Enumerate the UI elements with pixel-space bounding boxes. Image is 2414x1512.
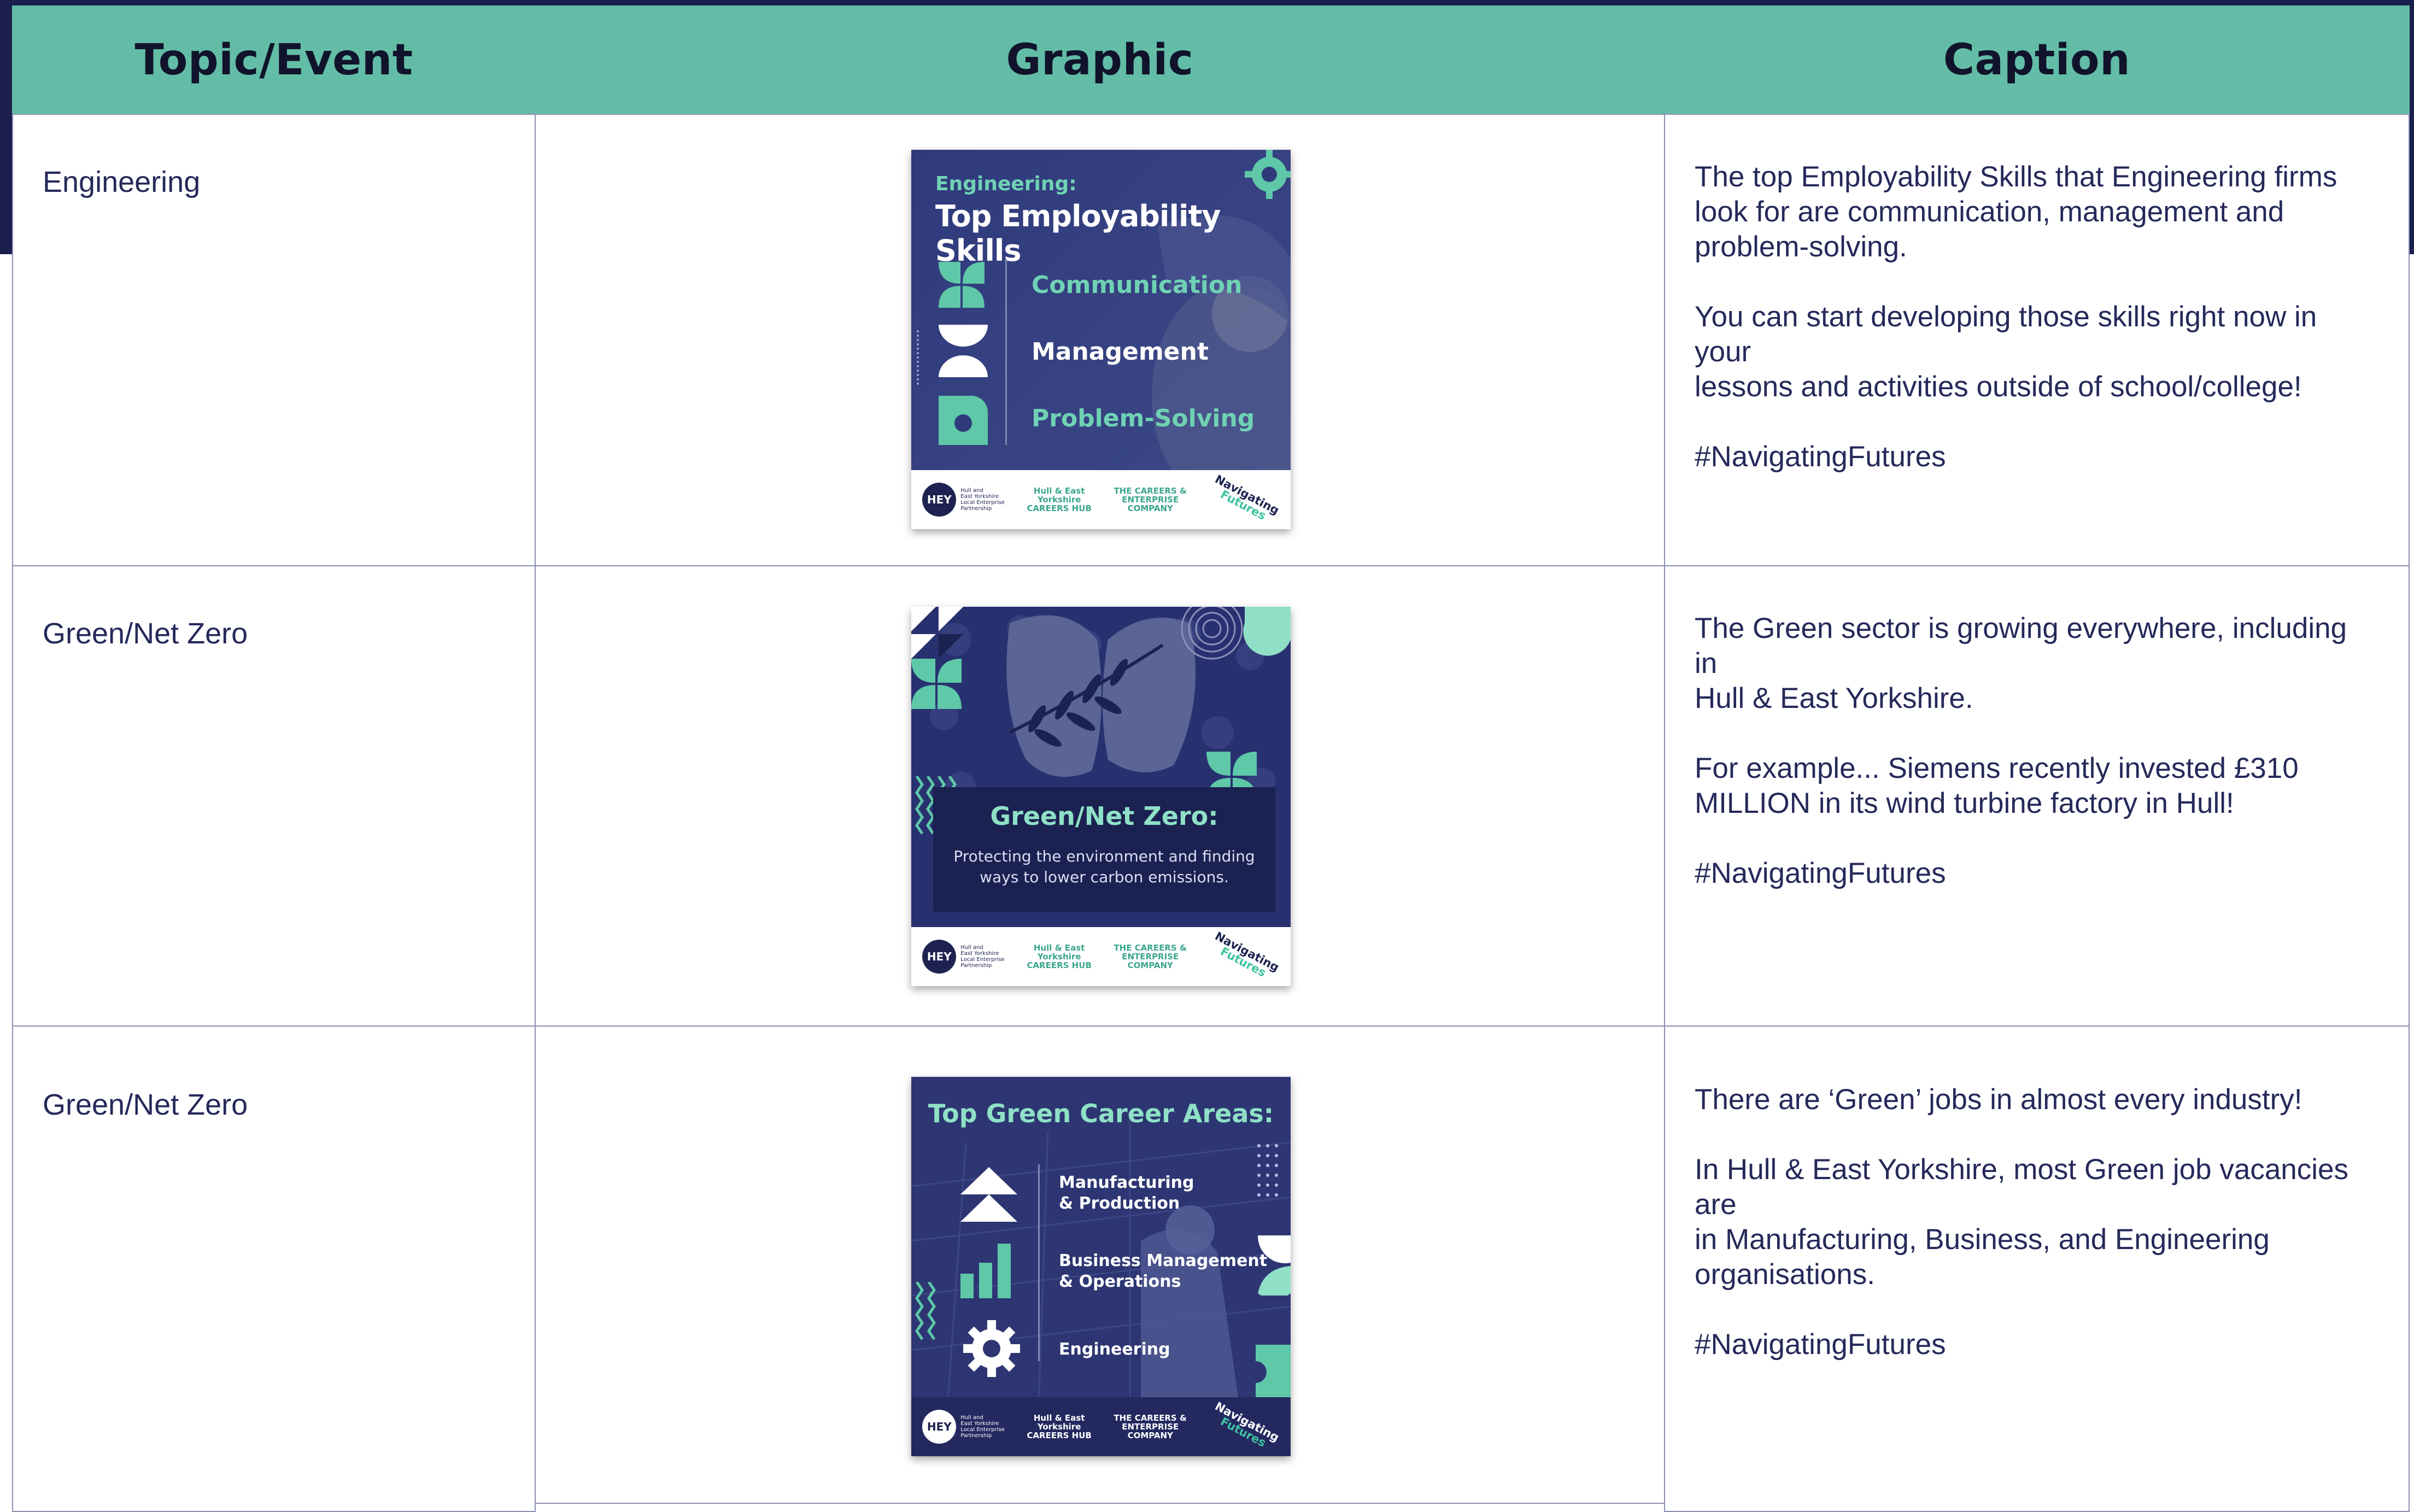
header-graphic: Graphic <box>535 5 1665 115</box>
logo-footer: HEY Hull and East Yorkshire Local Enterp… <box>911 1397 1291 1456</box>
green-career-areas-graphic: Top Green Career Areas: Manufacturing & … <box>911 1077 1291 1456</box>
hey-lep-logo: HEY Hull and East Yorkshire Local Enterp… <box>922 1410 1005 1444</box>
careers-hub-logo: Hull & East Yorkshire CAREERS HUB <box>1027 943 1092 970</box>
hey-logo: HEY <box>922 940 957 974</box>
flower-icon <box>939 262 985 308</box>
lep-text: Hull and East Yorkshire Local Enterprise… <box>960 488 1005 512</box>
engineering-title: Top Employability Skills <box>935 199 1221 268</box>
row2-caption-p2: For example... Siemens recently invested… <box>1695 752 2299 819</box>
left-navy-band <box>0 0 12 254</box>
zigzag-icon <box>915 1282 936 1340</box>
gear-icon <box>963 1320 1020 1377</box>
navigating-futures-logo: Navigating Futures <box>1208 1399 1281 1453</box>
area-business: Business Management & Operations <box>1059 1251 1268 1291</box>
row3-caption-hashtag: #NavigatingFutures <box>1695 1328 1946 1361</box>
row2-topic-text: Green/Net Zero <box>43 617 248 650</box>
leaf-shape-icon <box>939 396 988 445</box>
careers-hub-logo: Hull & East Yorkshire CAREERS HUB <box>1027 1413 1092 1440</box>
careers-hub-logo: Hull & East Yorkshire CAREERS HUB <box>1027 486 1092 513</box>
area-engineering: Engineering <box>1059 1340 1170 1359</box>
skill-communication: Communication <box>1032 271 1243 299</box>
cec-logo: THE CAREERS & ENTERPRISE COMPANY <box>1114 486 1187 513</box>
cec-logo: THE CAREERS & ENTERPRISE COMPANY <box>1114 943 1187 970</box>
skill-management: Management <box>1032 338 1209 366</box>
header-topic-label: Topic/Event <box>134 36 413 85</box>
row3-topic: Green/Net Zero <box>12 1025 536 1512</box>
dot-grid-icon <box>1257 1144 1278 1197</box>
green-net-zero-graphic: Green/Net Zero: Protecting the environme… <box>911 607 1291 986</box>
gear-icon <box>1245 150 1291 199</box>
double-arrow-up-icon <box>960 1167 1017 1222</box>
row1-topic-text: Engineering <box>43 166 201 198</box>
navigating-futures-logo: Navigating Futures <box>1208 929 1281 983</box>
row1-caption-hashtag: #NavigatingFutures <box>1695 441 1946 473</box>
header-caption-label: Caption <box>1943 36 2131 85</box>
header-caption: Caption <box>1664 5 2410 115</box>
header-topic: Topic/Event <box>12 5 536 115</box>
hey-logo: HEY <box>922 483 957 517</box>
logo-footer: HEY Hull and East Yorkshire Local Enterp… <box>911 927 1291 986</box>
row2-topic: Green/Net Zero <box>12 565 536 1027</box>
career-areas-title: Top Green Career Areas: <box>928 1099 1274 1128</box>
half-circles-icon <box>939 325 988 377</box>
row3-caption: There are ‘Green’ jobs in almost every i… <box>1664 1025 2410 1512</box>
row2-caption-p1: The Green sector is growing everywhere, … <box>1695 612 2347 714</box>
divider-line <box>1005 259 1007 445</box>
dotted-line <box>917 330 922 385</box>
right-navy-band <box>2410 0 2414 254</box>
row3-caption-p1: There are ‘Green’ jobs in almost every i… <box>1695 1083 2302 1116</box>
lep-text: Hull and East Yorkshire Local Enterprise… <box>960 1415 1005 1439</box>
row3-topic-text: Green/Net Zero <box>43 1088 248 1121</box>
bar-chart-icon <box>960 1244 1011 1298</box>
flower-icon-left <box>911 659 962 709</box>
cec-logo: THE CAREERS & ENTERPRISE COMPANY <box>1114 1413 1187 1440</box>
lep-text: Hull and East Yorkshire Local Enterprise… <box>960 945 1005 969</box>
row1-topic: Engineering <box>12 114 536 566</box>
hey-logo: HEY <box>922 1410 957 1444</box>
green-title: Green/Net Zero: <box>990 801 1218 831</box>
hey-lep-logo: HEY Hull and East Yorkshire Local Enterp… <box>922 940 1005 974</box>
row2-caption-hashtag: #NavigatingFutures <box>1695 857 1946 889</box>
hey-lep-logo: HEY Hull and East Yorkshire Local Enterp… <box>922 483 1005 517</box>
logo-footer: HEY Hull and East Yorkshire Local Enterp… <box>911 470 1291 529</box>
top-navy-band <box>0 0 2414 5</box>
skill-problem-solving: Problem-Solving <box>1032 405 1255 432</box>
engineering-kicker: Engineering: <box>935 173 1077 195</box>
header-graphic-label: Graphic <box>1006 36 1194 85</box>
navigating-futures-logo: Navigating Futures <box>1208 472 1281 526</box>
concentric-circles-icon <box>1181 607 1291 660</box>
triangles-icon <box>911 607 963 659</box>
green-subtitle: Protecting the environment and finding w… <box>953 847 1255 886</box>
row1-caption-p2: You can start developing those skills ri… <box>1695 301 2317 403</box>
divider-line <box>1038 1164 1040 1361</box>
row1-caption-p1: The top Employability Skills that Engine… <box>1695 161 2337 263</box>
leaf-shape-icon <box>1256 1345 1291 1399</box>
engineering-graphic: Engineering: Top Employability Skills Co… <box>911 150 1291 529</box>
row3-caption-p2: In Hull & East Yorkshire, most Green job… <box>1695 1153 2349 1291</box>
row1-caption: The top Employability Skills that Engine… <box>1664 114 2410 566</box>
area-manufacturing: Manufacturing & Production <box>1059 1173 1194 1213</box>
row2-caption: The Green sector is growing everywhere, … <box>1664 565 2410 1027</box>
